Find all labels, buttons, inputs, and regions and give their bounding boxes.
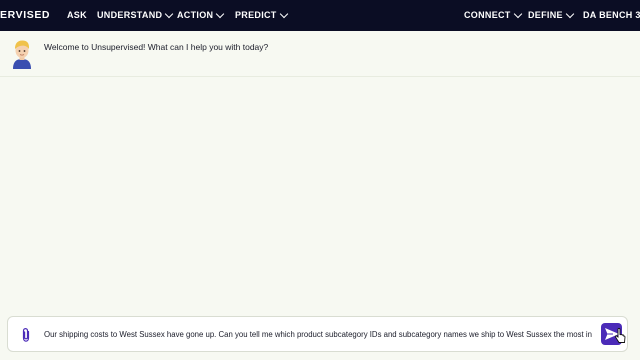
nav-action-label: ACTION <box>177 10 214 20</box>
chevron-down-icon <box>565 9 575 18</box>
chat-composer <box>7 316 628 352</box>
chevron-down-icon <box>165 9 174 18</box>
nav-define[interactable]: DEFINE <box>528 9 575 20</box>
nav-understand[interactable]: UNDERSTAND <box>97 9 174 20</box>
top-navigation-bar: ERVISED ASK UNDERSTAND ACTION PREDICT CO… <box>0 0 640 31</box>
chevron-down-icon <box>216 9 225 18</box>
nav-understand-label: UNDERSTAND <box>97 10 163 20</box>
nav-predict-label: PREDICT <box>235 10 277 20</box>
nav-action[interactable]: ACTION <box>177 9 225 20</box>
paperclip-icon[interactable] <box>19 327 33 343</box>
assistant-message-row: Welcome to Unsupervised! What can I help… <box>0 31 640 77</box>
chat-input[interactable] <box>44 326 604 344</box>
nav-ask[interactable]: ASK <box>67 10 87 20</box>
nav-workspace[interactable]: DA BENCH 3 <box>583 10 640 20</box>
chevron-down-icon <box>279 9 288 18</box>
chevron-down-icon <box>513 9 522 18</box>
nav-workspace-label: DA BENCH 3 <box>583 10 640 20</box>
nav-define-label: DEFINE <box>528 10 563 20</box>
nav-ask-label: ASK <box>67 10 87 20</box>
nav-connect-label: CONNECT <box>464 10 511 20</box>
nav-connect[interactable]: CONNECT <box>464 9 522 20</box>
assistant-avatar-icon <box>13 40 31 69</box>
assistant-message: Welcome to Unsupervised! What can I help… <box>44 42 269 52</box>
mouse-pointer-icon <box>614 328 626 343</box>
brand-logo[interactable]: ERVISED <box>0 9 50 21</box>
nav-predict[interactable]: PREDICT <box>235 9 288 20</box>
